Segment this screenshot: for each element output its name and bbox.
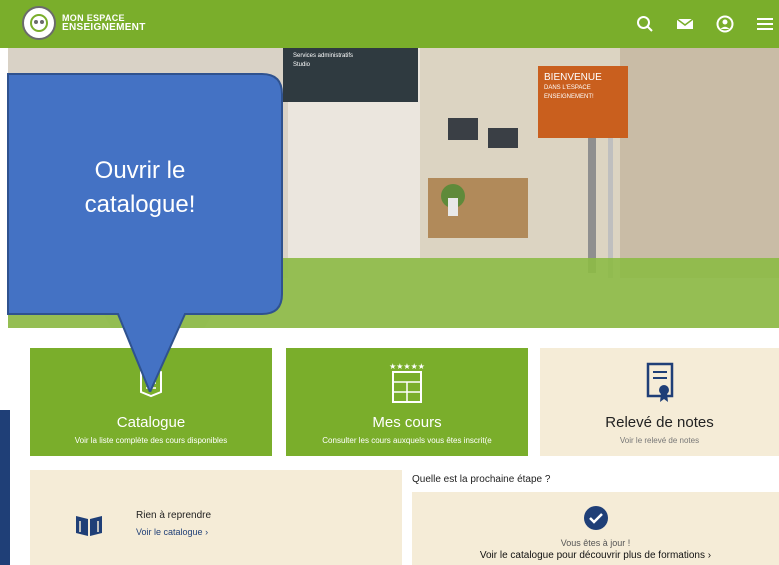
logo-badge-icon [22, 6, 56, 40]
card-catalogue-subtitle: Voir la liste complète des cours disponi… [74, 436, 228, 445]
resume-title: Rien à reprendre [136, 510, 212, 521]
card-mes-cours-title: Mes cours [372, 414, 442, 431]
card-catalogue-title: Catalogue [116, 414, 186, 431]
user-icon[interactable] [711, 10, 739, 38]
card-mes-cours-subtitle: Consulter les cours auxquels vous êtes i… [322, 436, 492, 445]
sign-line3: ENSEIGNEMENT! [544, 94, 594, 100]
brand-logo[interactable]: MON ESPACE ENSEIGNEMENT [22, 6, 146, 40]
next-step-link[interactable]: Voir le catalogue pour découvrir plus de… [412, 550, 779, 561]
resume-link-label: Voir le catalogue [136, 527, 203, 537]
resume-panel: Rien à reprendre Voir le catalogue › [30, 470, 402, 565]
mail-icon[interactable] [671, 10, 699, 38]
welcome-sign: BIENVENUE DANS L'ESPACE ENSEIGNEMENT! [538, 66, 628, 138]
certificate-icon [540, 360, 779, 404]
brand-line2: ENSEIGNEMENT [62, 22, 146, 33]
top-navigation-bar: MON ESPACE ENSEIGNEMENT [0, 0, 779, 48]
hero-directory-board: Services administratifs Studio [283, 48, 418, 102]
card-releve-title: Relevé de notes [605, 414, 714, 431]
card-mes-cours[interactable]: ★★★★★ Mes cours Consulter les cours auxq… [286, 348, 528, 456]
next-step-link-label: Voir le catalogue pour découvrir plus de… [479, 550, 705, 561]
open-book-icon [74, 512, 104, 543]
board-line1: Services administratifs [293, 53, 354, 59]
next-step-panel: Vous êtes à jour ! Voir le catalogue pou… [412, 492, 779, 565]
card-releve-subtitle: Voir le relevé de notes [619, 436, 700, 445]
sign-line1: BIENVENUE [544, 72, 602, 83]
next-step-heading: Quelle est la prochaine étape ? [412, 474, 551, 485]
callout-shape [7, 73, 283, 395]
sign-line2: DANS L'ESPACE [544, 85, 591, 91]
check-circle-icon [584, 506, 608, 530]
callout-line1: Ouvrir le [94, 157, 186, 184]
courses-icon: ★★★★★ [286, 360, 528, 404]
resume-link[interactable]: Voir le catalogue › [136, 527, 208, 537]
side-accent-strip [0, 410, 10, 565]
card-releve-de-notes[interactable]: Relevé de notes Voir le relevé de notes [540, 348, 779, 456]
chevron-right-icon: › [205, 527, 209, 537]
next-step-status: Vous êtes à jour ! [560, 538, 631, 548]
callout-line2: catalogue! [84, 191, 196, 218]
chevron-right-icon: › [707, 550, 712, 561]
tutorial-callout: Ouvrir le catalogue! [0, 72, 290, 397]
search-icon[interactable] [631, 10, 659, 38]
board-line2: Studio [293, 62, 311, 68]
menu-icon[interactable] [751, 10, 779, 38]
svg-text:★★★★★: ★★★★★ [389, 362, 425, 371]
